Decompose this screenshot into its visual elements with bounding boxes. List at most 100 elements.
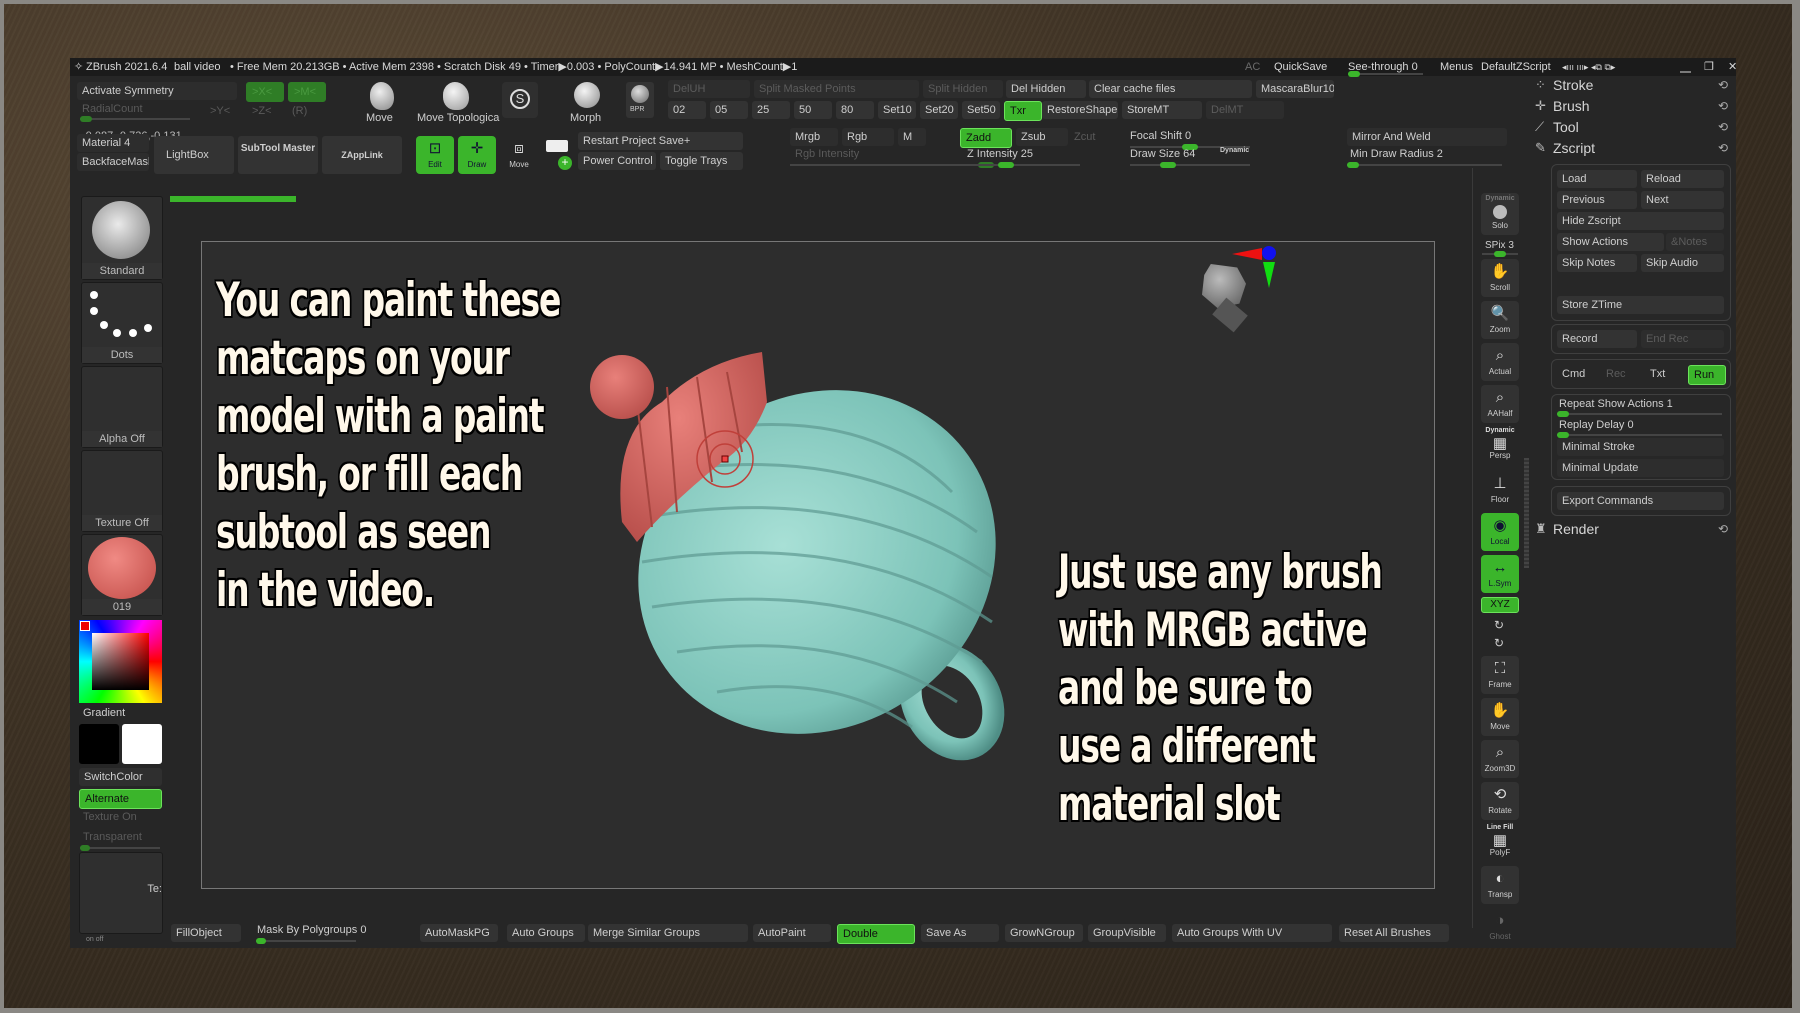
menu-render[interactable]: ♜ Render ⟲ <box>1527 519 1736 539</box>
toggle-trays-button[interactable]: Toggle Trays <box>660 152 743 170</box>
minimal-update-toggle[interactable]: Minimal Update <box>1557 459 1724 477</box>
transp-button[interactable]: ◐ Transp <box>1481 866 1519 904</box>
aahalf-button[interactable]: ⌕ AAHalf <box>1481 385 1519 423</box>
orientation-head-icon[interactable] <box>1202 264 1248 334</box>
y-rotation-toggle[interactable]: ↻ <box>1494 618 1504 632</box>
floor-button[interactable]: ⊥ Floor <box>1481 471 1519 509</box>
sym-z-toggle[interactable]: >Z< <box>252 105 272 117</box>
lsym-button[interactable]: ↔ L.Sym <box>1481 555 1519 593</box>
set50-button[interactable]: Set50 <box>962 101 1000 119</box>
sym-y-toggle[interactable]: >Y< <box>210 105 230 117</box>
deluh-button[interactable]: DelUH <box>668 80 750 98</box>
panel-scrollbar[interactable] <box>1524 458 1529 568</box>
z-rotation-toggle[interactable]: ↻ <box>1494 636 1504 650</box>
layout-arrows-icon[interactable]: ◂ııı ııı▸ ◂⧉ ⧉▸ <box>1562 58 1615 76</box>
actual-button[interactable]: ⌕ Actual <box>1481 343 1519 381</box>
default-zscript-button[interactable]: DefaultZScript <box>1481 58 1551 76</box>
on-off-toggle[interactable]: on off <box>86 936 103 943</box>
activate-symmetry-button[interactable]: Activate Symmetry <box>77 82 237 100</box>
power-control-button[interactable]: Power Control <box>578 152 656 170</box>
move-mode-button[interactable]: ⧈ Move <box>500 136 538 174</box>
autopaint-button[interactable]: AutoPaint <box>753 924 831 942</box>
previous-button[interactable]: Previous <box>1557 191 1637 209</box>
rec-button[interactable]: Rec <box>1601 365 1641 383</box>
material-4-button[interactable]: Material 4 <box>77 134 149 152</box>
sym-m-toggle[interactable]: >M< <box>288 82 326 102</box>
radial-count-track[interactable] <box>80 116 190 122</box>
merge-similar-groups-button[interactable]: Merge Similar Groups <box>588 924 748 942</box>
group-visible-button[interactable]: GroupVisible <box>1088 924 1166 942</box>
menus-button[interactable]: Menus <box>1440 58 1473 76</box>
del-hidden-button[interactable]: Del Hidden <box>1006 80 1086 98</box>
split-hidden-button[interactable]: Split Hidden <box>923 80 1003 98</box>
minimal-stroke-toggle[interactable]: Minimal Stroke <box>1557 438 1724 456</box>
rotate-button[interactable]: ⟲ Rotate <box>1481 782 1519 820</box>
restart-project-save-button[interactable]: Restart Project Save+ <box>578 132 743 150</box>
cmd-button[interactable]: Cmd <box>1557 365 1597 383</box>
reload-button[interactable]: Reload <box>1641 170 1724 188</box>
zoom3d-button[interactable]: ⌕ Zoom3D <box>1481 740 1519 778</box>
min-draw-radius-track[interactable] <box>1347 162 1502 168</box>
m-toggle[interactable]: M <box>898 128 926 146</box>
secondary-color-swatch[interactable] <box>79 724 119 764</box>
draw-size-slider[interactable]: Draw Size 64 <box>1130 148 1195 160</box>
texture-selector[interactable]: Texture Off <box>81 450 163 532</box>
replay-delay-slider[interactable]: Replay Delay 0 <box>1559 419 1634 431</box>
alpha-selector[interactable]: Alpha Off <box>81 366 163 448</box>
local-button[interactable]: ◉ Local <box>1481 513 1519 551</box>
rgb-intensity-slider[interactable]: Rgb Intensity <box>795 148 859 160</box>
macro-80-button[interactable]: 80 <box>836 101 874 119</box>
reset-icon[interactable]: ⟲ <box>1718 117 1728 137</box>
brush-move[interactable]: Move <box>360 80 404 124</box>
zcut-toggle[interactable]: Zcut <box>1074 131 1095 143</box>
store-ztime-button[interactable]: Store ZTime <box>1557 296 1724 314</box>
hide-zscript-button[interactable]: Hide Zscript <box>1557 212 1724 230</box>
notes-button[interactable]: &Notes <box>1666 233 1724 251</box>
repeat-track[interactable] <box>1557 411 1722 417</box>
ac-button[interactable]: AC <box>1245 58 1260 76</box>
bpr-button[interactable]: BPR <box>626 82 654 118</box>
zadd-toggle[interactable]: Zadd <box>960 128 1012 148</box>
transparent-slider[interactable]: Transparent <box>83 831 142 843</box>
menu-brush[interactable]: ✛ Brush ⟲ <box>1527 96 1736 116</box>
see-through-track[interactable] <box>1348 71 1423 77</box>
set10-button[interactable]: Set10 <box>878 101 916 119</box>
replay-track[interactable] <box>1557 432 1722 438</box>
menu-stroke[interactable]: ⁘ Stroke ⟲ <box>1527 75 1736 95</box>
next-button[interactable]: Next <box>1641 191 1724 209</box>
transparent-track[interactable] <box>80 845 160 851</box>
subtool-master-button[interactable]: SubTool Master <box>238 136 318 174</box>
auto-groups-with-uv-button[interactable]: Auto Groups With UV <box>1172 924 1332 942</box>
mask-by-polygroups-slider[interactable]: Mask By Polygroups 0 <box>257 924 366 936</box>
close-icon[interactable]: ✕ <box>1728 58 1737 76</box>
menu-zscript[interactable]: ✎ Zscript ⟲ <box>1527 138 1736 158</box>
delmt-button[interactable]: DelMT <box>1206 101 1284 119</box>
show-actions-button[interactable]: Show Actions <box>1557 233 1664 251</box>
export-commands-button[interactable]: Export Commands <box>1557 492 1724 510</box>
mrgb-toggle[interactable]: Mrgb <box>790 128 838 146</box>
brush-morph[interactable]: Morph <box>562 80 612 124</box>
repeat-show-actions-slider[interactable]: Repeat Show Actions 1 <box>1559 398 1673 410</box>
zoom-button[interactable]: 🔍 Zoom <box>1481 301 1519 339</box>
clear-cache-button[interactable]: Clear cache files <box>1089 80 1252 98</box>
solo-button[interactable]: Dynamic Solo <box>1481 193 1519 235</box>
material-selector[interactable]: 019 <box>81 534 163 616</box>
color-square[interactable] <box>92 633 149 690</box>
save-as-button[interactable]: Save As <box>921 924 999 942</box>
storemt-button[interactable]: StoreMT <box>1122 101 1202 119</box>
sym-x-toggle[interactable]: >X< <box>246 82 284 102</box>
brush-selector[interactable]: Standard <box>81 196 163 280</box>
reset-icon[interactable]: ⟲ <box>1718 138 1728 158</box>
lightbox-button[interactable]: LightBox <box>154 136 234 174</box>
switch-color-button[interactable]: SwitchColor <box>79 768 162 786</box>
txt-button[interactable]: Txt <box>1645 365 1685 383</box>
split-masked-points-button[interactable]: Split Masked Points <box>754 80 919 98</box>
texture-on-toggle[interactable]: Texture On <box>83 811 137 823</box>
load-button[interactable]: Load <box>1557 170 1637 188</box>
record-button[interactable]: Record <box>1557 330 1637 348</box>
texture-preview[interactable]: Te: <box>79 852 163 934</box>
persp-button[interactable]: Dynamic ▦ Persp <box>1481 427 1519 465</box>
menu-tool[interactable]: ⟋ Tool ⟲ <box>1527 117 1736 137</box>
reset-all-brushes-button[interactable]: Reset All Brushes <box>1339 924 1449 942</box>
color-picker[interactable] <box>79 620 162 703</box>
